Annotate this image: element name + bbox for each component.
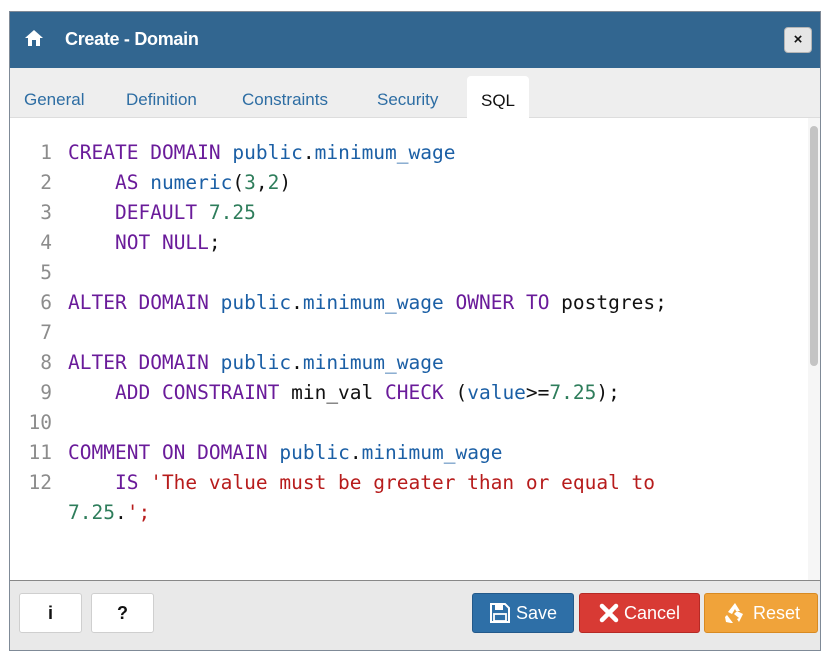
close-button[interactable]: × [784,27,812,53]
create-domain-dialog: Create - Domain × General Definition Con… [9,11,821,651]
tab-security[interactable]: Security [377,90,438,110]
floppy-disk-icon [489,603,510,623]
dialog-titlebar: Create - Domain × [10,12,820,68]
close-icon: × [793,31,803,48]
code-text[interactable]: AS numeric(3,2) [68,168,291,198]
line-number: 10 [28,411,52,434]
cancel-label: Cancel [623,603,681,623]
code-text[interactable]: DEFAULT 7.25 [68,198,256,228]
sql-editor[interactable]: 1 CREATE DOMAIN public.minimum_wage 2 AS n… [10,118,820,580]
cancel-button[interactable]: Cancel [579,593,700,633]
code-text[interactable]: ADD CONSTRAINT min_val CHECK (value>=7.2… [68,378,620,408]
code-text[interactable]: CREATE DOMAIN public.minimum_wage [68,138,456,168]
info-button[interactable]: i [19,593,82,633]
code-text[interactable]: 7.25.'; [68,498,150,528]
line-number: 4 [40,231,52,254]
save-label: Save [515,603,558,623]
reset-button[interactable]: Reset [704,593,818,633]
help-button[interactable]: ? [91,593,154,633]
line-number: 7 [40,321,52,344]
tab-general[interactable]: General [24,90,84,110]
tab-definition[interactable]: Definition [126,90,197,110]
recycle-icon [724,603,743,623]
line-number: 1 [40,141,52,164]
save-button[interactable]: Save [472,593,574,633]
line-number: 11 [28,441,52,464]
home-icon [25,30,43,46]
tab-constraints[interactable]: Constraints [242,90,328,110]
code-text[interactable]: COMMENT ON DOMAIN public.minimum_wage [68,438,502,468]
line-number: 6 [40,291,52,314]
line-number: 8 [40,351,52,374]
dialog-title: Create - Domain [65,29,199,49]
code-text[interactable]: IS 'The value must be greater than or eq… [68,468,655,498]
editor-scrollbar[interactable] [808,118,820,580]
x-mark-icon [599,603,619,623]
line-number: 2 [40,171,52,194]
code-text[interactable]: ALTER DOMAIN public.minimum_wage [68,348,444,378]
line-number: 9 [40,381,52,404]
help-icon: ? [117,603,128,623]
dialog-footer: i ? Save Cancel Reset [10,580,820,650]
tab-bar: General Definition Constraints Security … [10,68,820,118]
line-number: 3 [40,201,52,224]
reset-label: Reset [752,603,801,623]
info-icon: i [47,603,53,623]
code-text[interactable]: NOT NULL; [68,228,221,258]
tab-sql[interactable]: SQL [467,76,530,118]
scrollbar-thumb[interactable] [810,126,818,366]
line-number: 5 [40,261,52,284]
line-number: 12 [28,471,52,494]
code-text[interactable]: ALTER DOMAIN public.minimum_wage OWNER T… [68,288,667,318]
